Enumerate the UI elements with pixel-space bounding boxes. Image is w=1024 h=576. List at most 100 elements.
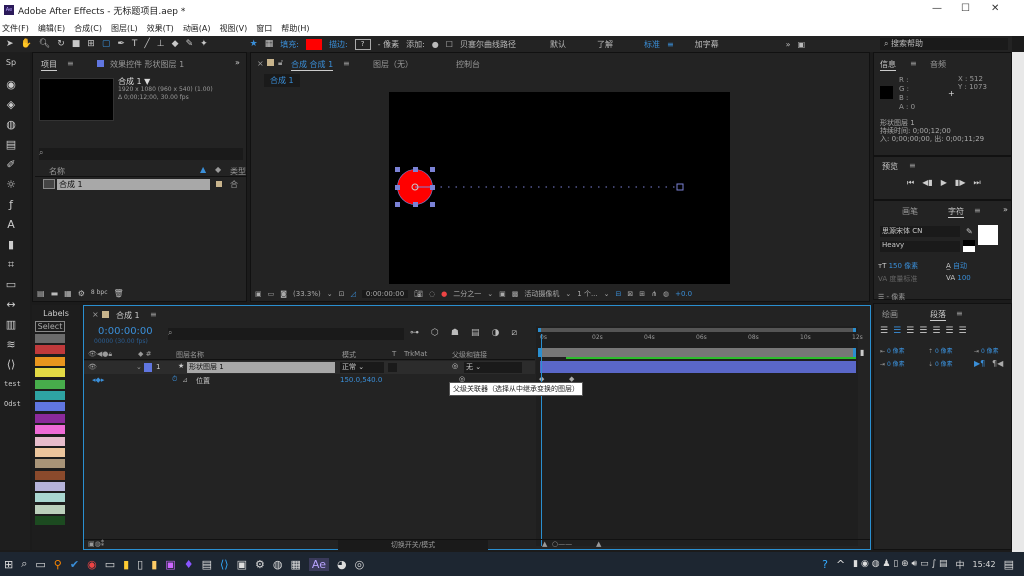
eyedropper-icon[interactable]: ✎ bbox=[966, 227, 973, 236]
rectangle-tool-icon[interactable]: ▢ bbox=[102, 39, 111, 49]
mask-icon[interactable]: ▦ bbox=[265, 39, 274, 49]
timeline-menu-icon[interactable]: ≡ bbox=[150, 310, 157, 319]
composition-canvas[interactable] bbox=[389, 92, 730, 284]
camera-tool-icon[interactable]: ■ bbox=[72, 39, 81, 49]
blend-mode-dropdown[interactable]: 正常 ⌄ bbox=[340, 362, 384, 373]
app-check-icon[interactable]: ✔ bbox=[70, 558, 79, 571]
app-image-icon[interactable]: ▣ bbox=[165, 558, 175, 571]
layer-duration-bar[interactable] bbox=[540, 361, 856, 373]
label-swatch-2[interactable] bbox=[35, 356, 65, 366]
menu-layer[interactable]: 图层(L) bbox=[111, 23, 138, 34]
app-notes-icon[interactable]: ▮ bbox=[123, 558, 129, 571]
current-time-indicator[interactable] bbox=[541, 334, 542, 546]
steam-icon[interactable]: ◍ bbox=[273, 558, 283, 571]
expression-script-icon[interactable]: ƒ bbox=[4, 198, 18, 212]
roto-brush-tool-icon[interactable]: ✎ bbox=[186, 39, 194, 49]
app-terminal-icon[interactable]: ▣ bbox=[237, 558, 247, 571]
column-name[interactable]: 名称 bbox=[49, 166, 65, 177]
eraser-tool-icon[interactable]: ◆ bbox=[172, 39, 179, 49]
indent-left-value[interactable]: 0 像素 bbox=[887, 348, 905, 355]
pickwhip-icon[interactable]: ◎ bbox=[452, 362, 458, 370]
interpret-footage-icon[interactable]: ▤ bbox=[37, 289, 45, 301]
comp-flowchart-icon[interactable]: ⊶ bbox=[410, 328, 419, 338]
minimize-button[interactable]: — bbox=[932, 3, 942, 14]
zoom-in-icon[interactable]: ▲ bbox=[596, 540, 601, 548]
chevron-down-icon[interactable]: ⌄ bbox=[604, 290, 610, 298]
pdf-script-icon[interactable]: ▥ bbox=[4, 318, 18, 332]
workspace-standard[interactable]: 标准 bbox=[644, 39, 660, 50]
tab-paragraph[interactable]: 段落 bbox=[930, 309, 946, 321]
sort-icon[interactable]: ▲ bbox=[200, 165, 206, 174]
kerning-row[interactable]: VA 度量标准 bbox=[878, 274, 917, 284]
help-search-input[interactable]: ⌕ 搜索帮助 bbox=[880, 38, 1008, 50]
graph-editor-icon[interactable]: ⧄ bbox=[511, 328, 517, 338]
app-files-icon[interactable]: ▯ bbox=[137, 558, 143, 571]
pan-behind-tool-icon[interactable]: ⊞ bbox=[87, 39, 95, 49]
layer-row[interactable]: 👁︎ ⌄ 1 ★ 形状图层 1 正常 ⌄ ◎ 无 ⌄ bbox=[84, 361, 535, 374]
hand-tool-icon[interactable]: ✋ bbox=[21, 39, 32, 49]
justify-right-icon[interactable]: ☰ bbox=[945, 326, 953, 336]
panel-overflow-icon[interactable]: » bbox=[1003, 205, 1008, 214]
task-view-icon[interactable]: ▭ bbox=[35, 558, 45, 571]
tab-preview[interactable]: 预览 bbox=[882, 161, 898, 172]
workspace-default[interactable]: 默认 bbox=[550, 39, 566, 50]
project-search-input[interactable]: ⌕ bbox=[39, 148, 243, 160]
menu-help[interactable]: 帮助(H) bbox=[281, 23, 309, 34]
app-github-icon[interactable]: ◎ bbox=[355, 558, 365, 571]
label-swatch-4[interactable] bbox=[35, 379, 65, 389]
tab-timeline-comp[interactable]: 合成 1 bbox=[116, 310, 140, 321]
pen-tool-icon[interactable]: ✒ bbox=[117, 39, 125, 49]
stroke-width-row[interactable]: ☰ - 像素 bbox=[878, 292, 905, 302]
star-icon[interactable]: ★ bbox=[250, 39, 258, 49]
menu-animation[interactable]: 动画(A) bbox=[183, 23, 211, 34]
first-line-indent[interactable]: ⇥ 0 像素 bbox=[974, 346, 999, 355]
globe-script-icon[interactable]: ◍ bbox=[4, 118, 18, 132]
toggle-pixel-aspect-icon[interactable]: ⊟ bbox=[616, 290, 622, 298]
selection-tool-icon[interactable]: ➤ bbox=[6, 39, 14, 49]
app-search-icon[interactable]: ⚲ bbox=[54, 558, 62, 571]
keyframe-navigator-icon[interactable]: ◂◆▸ bbox=[92, 376, 104, 384]
leading-row[interactable]: A̲ 自动 bbox=[946, 261, 967, 271]
clock[interactable]: 15:42 bbox=[973, 560, 996, 569]
settings-icon[interactable]: ⚙ bbox=[78, 289, 85, 301]
indent-left[interactable]: ⇤ 0 像素 bbox=[880, 346, 905, 355]
light-script-icon[interactable]: ☼ bbox=[4, 178, 18, 192]
project-item-comp[interactable]: 合成 1 合 bbox=[35, 179, 246, 190]
app-crystal-icon[interactable]: ♦ bbox=[184, 558, 194, 571]
settings-icon[interactable]: ⚙ bbox=[255, 558, 265, 571]
preview-menu-icon[interactable]: ≡ bbox=[909, 161, 916, 170]
fast-preview-icon[interactable]: ⊠ bbox=[627, 290, 633, 298]
transparency-grid-icon[interactable]: ▩ bbox=[512, 290, 519, 298]
label-tag-icon[interactable]: ◆ bbox=[215, 165, 221, 174]
menu-effect[interactable]: 效果(T) bbox=[147, 23, 174, 34]
snapshot-icon[interactable]: 📷︎ bbox=[414, 290, 423, 298]
justify-center-icon[interactable]: ☰ bbox=[932, 326, 940, 336]
close-tab-icon[interactable]: × bbox=[92, 310, 99, 319]
lock-icon[interactable]: 🔓︎ bbox=[278, 58, 283, 68]
column-trkmat[interactable]: TrkMat bbox=[404, 350, 427, 358]
stroke-width[interactable]: - 像素 bbox=[378, 39, 399, 50]
play-icon[interactable]: ▶ bbox=[941, 178, 947, 188]
expand-chevron-icon[interactable]: ⌄ bbox=[136, 363, 142, 371]
label-swatch-7[interactable] bbox=[35, 413, 65, 423]
app-avatar-icon[interactable]: ◕ bbox=[337, 558, 347, 571]
tab-paint[interactable]: 绘画 bbox=[882, 309, 898, 320]
timeline-timecode[interactable]: 0:00:00:00 bbox=[98, 326, 153, 337]
label-swatch-0[interactable] bbox=[35, 334, 65, 343]
stroke-color-swatch[interactable]: ? bbox=[354, 38, 371, 50]
font-size-row[interactable]: тT 150 像素 bbox=[878, 261, 918, 271]
timeline-tracks[interactable]: 0s02s04s06s08s10s12s ◆ ◆ bbox=[536, 326, 863, 546]
chrome-icon[interactable]: ◉ bbox=[87, 558, 97, 571]
notification-icon[interactable]: ▤ bbox=[1004, 558, 1014, 571]
font-family-dropdown[interactable]: 思源宋体 CN bbox=[880, 226, 960, 237]
tracking-value[interactable]: 100 bbox=[957, 274, 970, 282]
justify-left-icon[interactable]: ☰ bbox=[919, 326, 927, 336]
menu-composition[interactable]: 合成(C) bbox=[74, 23, 102, 34]
frame-blending-icon[interactable]: ▤ bbox=[471, 328, 480, 338]
reset-exposure-icon[interactable]: ◍ bbox=[663, 290, 669, 298]
comp-menu-icon[interactable]: ≡ bbox=[343, 59, 350, 68]
camera-dropdown[interactable]: 活动摄像机 bbox=[524, 289, 559, 299]
workspace-menu-icon[interactable]: ≡ bbox=[667, 40, 674, 49]
flowchart-icon[interactable]: ⋔ bbox=[651, 290, 657, 298]
panel-overflow-icon[interactable]: » bbox=[235, 58, 240, 67]
